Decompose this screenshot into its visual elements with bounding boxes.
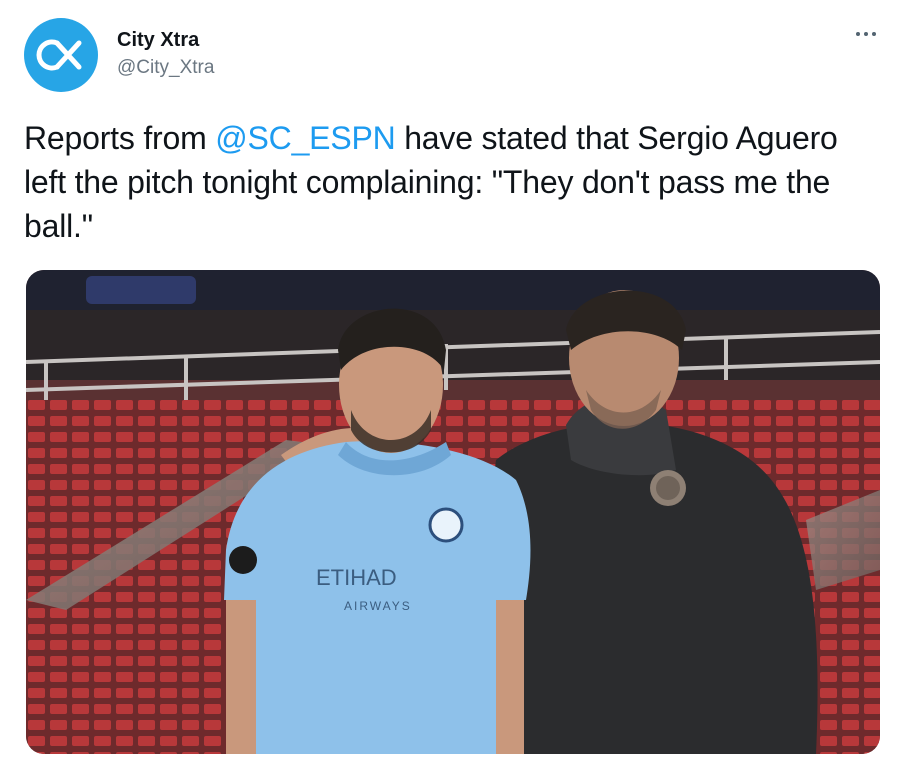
- display-name[interactable]: City Xtra: [117, 29, 199, 52]
- handle[interactable]: @City_Xtra: [117, 57, 214, 79]
- tweet-photo[interactable]: ETIHAD AIRWAYS: [26, 270, 880, 754]
- tweet-card: City Xtra @City_Xtra Reports from @SC_ES…: [0, 0, 900, 784]
- more-dots-icon[interactable]: [852, 26, 880, 42]
- city-xtra-logo-icon: [36, 39, 82, 71]
- jersey-sponsor-sub: AIRWAYS: [344, 599, 412, 613]
- mention-link[interactable]: @SC_ESPN: [215, 120, 395, 156]
- avatar[interactable]: [24, 18, 98, 92]
- photo-illustration: ETIHAD AIRWAYS: [26, 270, 880, 754]
- tweet-text-before: Reports from: [24, 120, 216, 156]
- jersey-sponsor: ETIHAD: [316, 565, 397, 590]
- tweet-text: Reports from @SC_ESPN have stated that S…: [24, 116, 874, 248]
